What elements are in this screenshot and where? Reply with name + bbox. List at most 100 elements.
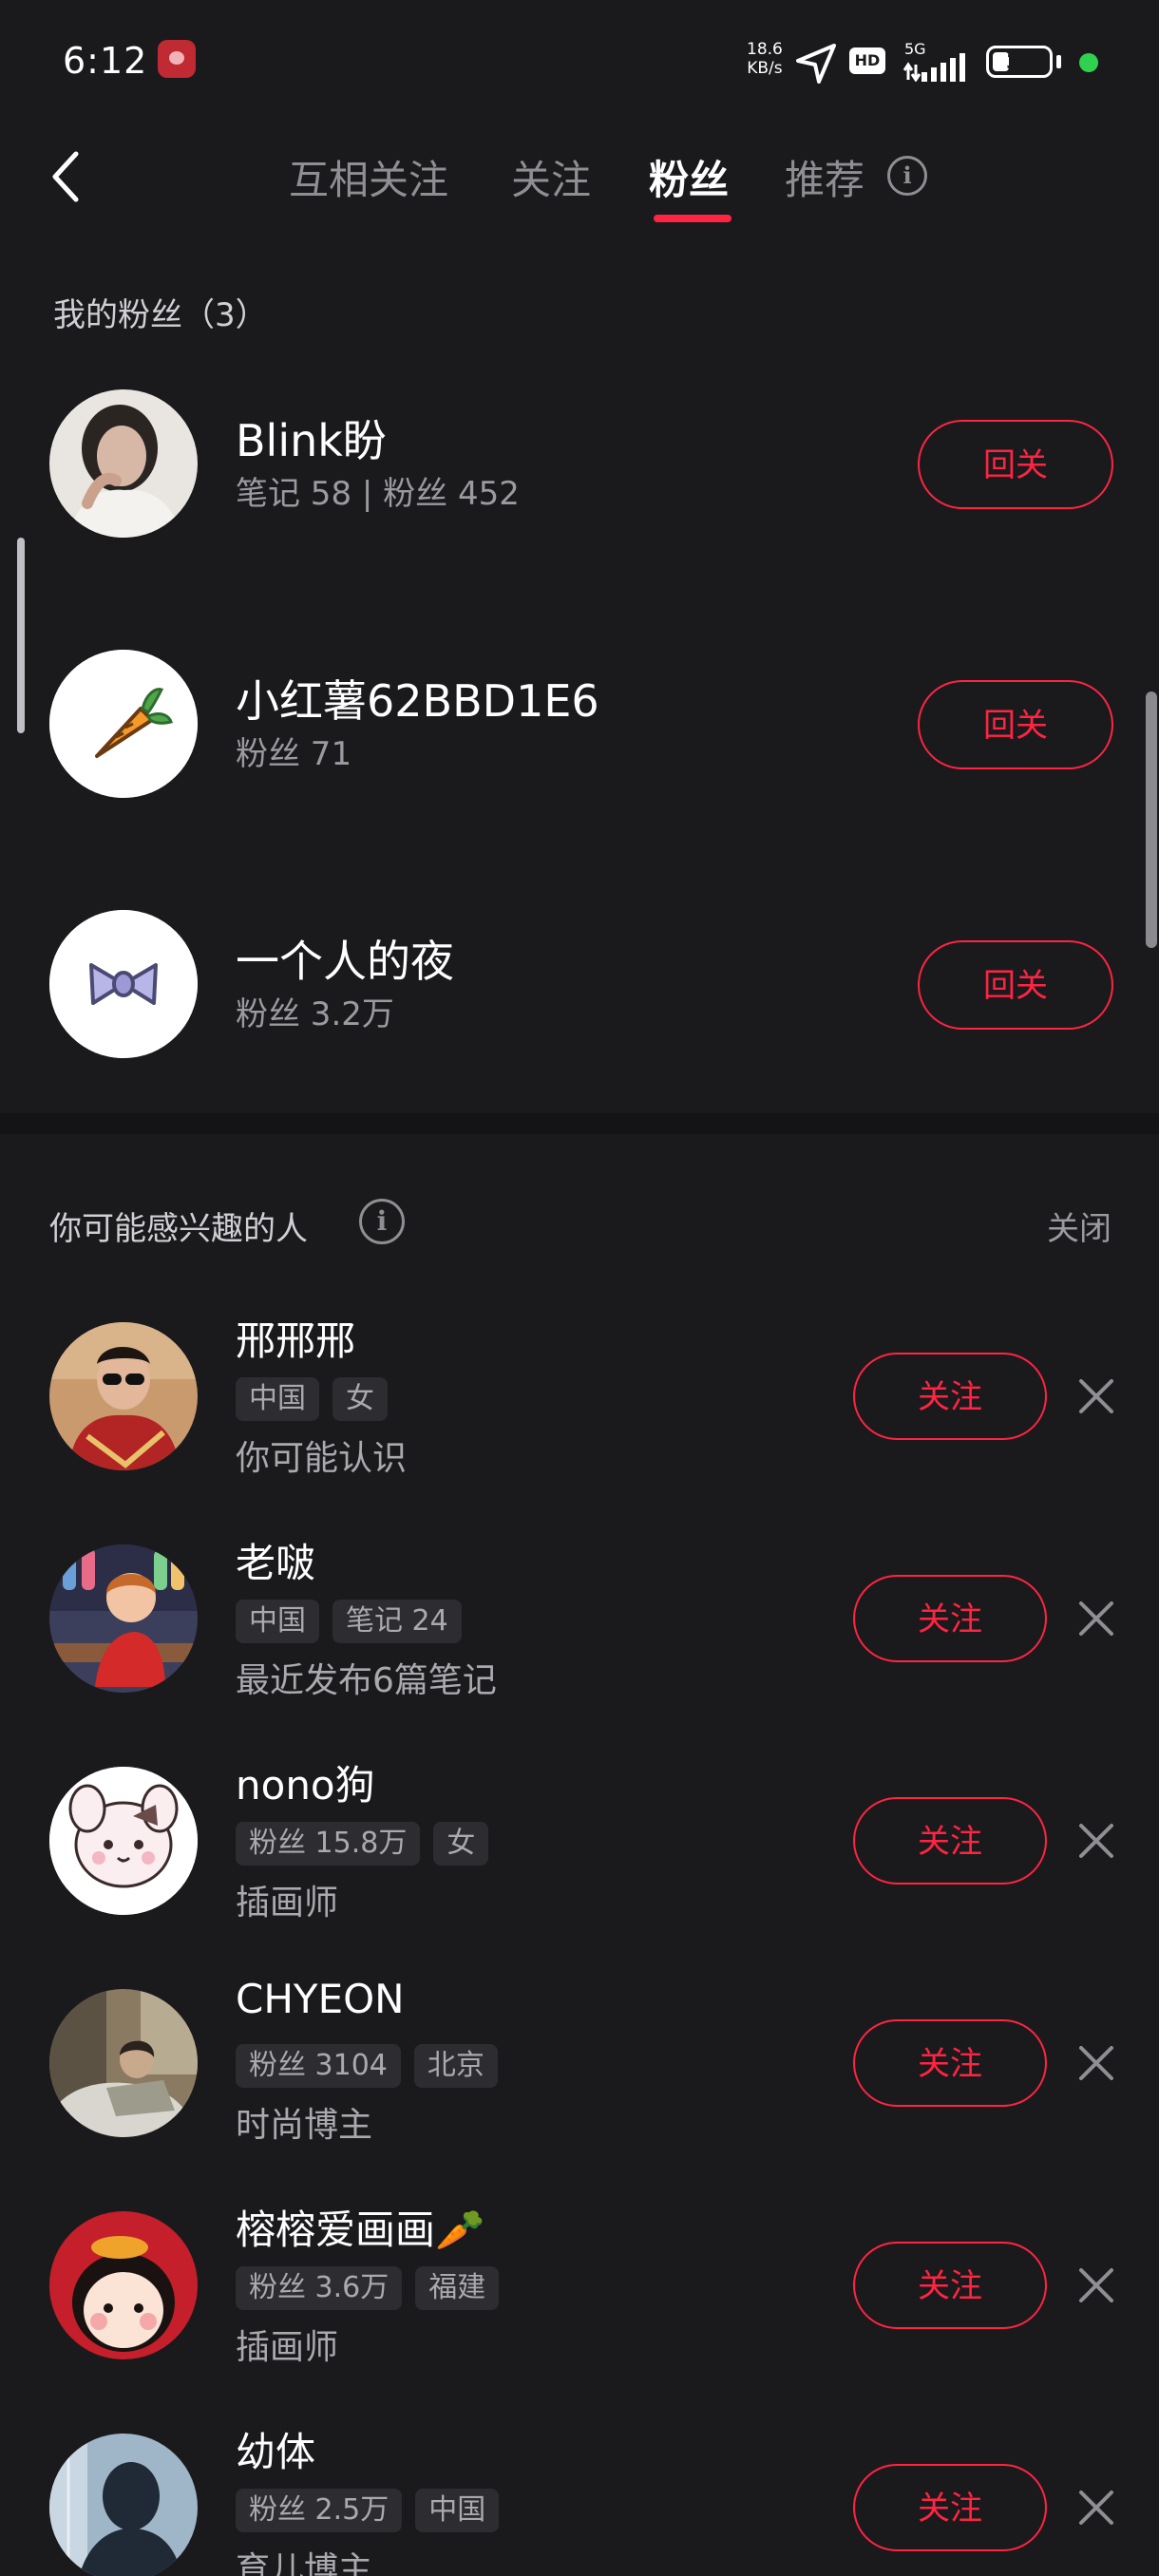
battery-icon: 31	[986, 46, 1053, 78]
avatar-illustration	[49, 1767, 198, 1915]
avatar[interactable]	[49, 910, 198, 1058]
status-bar: 6:12 18.6 KB/s HD 5G 31	[0, 0, 1159, 123]
tab-recommend[interactable]: 推荐	[785, 148, 864, 206]
follow-button[interactable]: 关注	[853, 2019, 1047, 2107]
user-tag: 中国	[415, 2489, 500, 2532]
top-nav: 互相关注 关注 粉丝 推荐 i	[0, 123, 1159, 228]
app-root: 6:12 18.6 KB/s HD 5G 31 互相关注 关注 粉丝 推荐 i …	[0, 0, 1159, 2576]
my-fans-title: 我的粉丝（3）	[53, 296, 268, 334]
suggestion-row[interactable]: 榕榕爱画画🥕 粉丝 3.6万 福建 插画师 关注	[0, 2190, 1159, 2409]
avatar-photo	[49, 1322, 198, 1470]
avatar-photo	[49, 389, 198, 538]
battery-tip	[1056, 55, 1061, 68]
user-tag: 中国	[236, 1600, 319, 1643]
avatar[interactable]	[49, 389, 198, 538]
user-tag: 女	[332, 1377, 388, 1421]
suggestion-row[interactable]: 幼体 粉丝 2.5万 中国 育儿博主 关注	[0, 2413, 1159, 2576]
fan-meta: 粉丝 3.2万	[236, 995, 394, 1033]
tab-mutual-follow[interactable]: 互相关注	[289, 148, 448, 206]
suggestions-info-icon[interactable]: i	[359, 1199, 405, 1244]
suggested-user-name[interactable]: CHYEON	[236, 1976, 405, 2022]
follow-button[interactable]: 关注	[853, 2464, 1047, 2551]
user-tag: 中国	[236, 1377, 319, 1421]
follow-back-button[interactable]: 回关	[918, 940, 1113, 1030]
follow-back-button[interactable]: 回关	[918, 420, 1113, 509]
suggestion-row[interactable]: nono狗 粉丝 15.8万女 插画师 关注	[0, 1746, 1159, 1964]
suggested-user-desc: 插画师	[236, 1884, 339, 1923]
fan-meta: 笔记 58 | 粉丝 452	[236, 475, 520, 513]
close-suggestions-button[interactable]: 关闭	[1047, 1203, 1112, 1249]
suggested-user-name[interactable]: 幼体	[236, 2420, 315, 2478]
suggestions-title: 你可能感兴趣的人	[49, 1210, 308, 1248]
suggested-user-tags: 粉丝 3.6万 福建	[236, 2266, 512, 2310]
follow-button[interactable]: 关注	[853, 1797, 1047, 1885]
avatar[interactable]	[49, 1767, 198, 1915]
user-tag: 笔记 24	[332, 1600, 462, 1643]
signal-strength-icon	[902, 53, 965, 82]
avatar[interactable]	[49, 1544, 198, 1693]
user-tag: 女	[433, 1822, 489, 1866]
user-tag: 粉丝 15.8万	[236, 1822, 421, 1866]
suggestion-row[interactable]: CHYEON 粉丝 3104 北京 时尚博主 关注	[0, 1968, 1159, 2187]
tab-fans[interactable]: 粉丝	[649, 148, 729, 206]
follow-button[interactable]: 关注	[853, 2242, 1047, 2329]
dismiss-x-icon[interactable]	[1072, 2483, 1121, 2532]
avatar[interactable]	[49, 1989, 198, 2137]
carrot-avatar-icon	[49, 650, 198, 798]
suggested-user-tags: 中国 笔记 24	[236, 1600, 475, 1643]
suggestion-row[interactable]: 老啵 中国 笔记 24 最近发布6篇笔记 关注	[0, 1524, 1159, 1742]
follow-back-button[interactable]: 回关	[918, 680, 1113, 769]
suggested-user-name[interactable]: 老啵	[236, 1531, 315, 1589]
fan-name[interactable]: 一个人的夜	[236, 927, 454, 990]
user-tag: 粉丝 2.5万	[236, 2489, 403, 2532]
user-tag: 粉丝 3.6万	[236, 2266, 403, 2310]
network-speed-unit: KB/s	[747, 59, 783, 78]
battery-percent: 31	[1006, 50, 1033, 73]
user-tag: 粉丝 3104	[236, 2044, 401, 2088]
active-tab-indicator	[654, 215, 732, 222]
bow-avatar-icon	[49, 910, 198, 1058]
suggested-user-tags: 粉丝 15.8万女	[236, 1822, 502, 1866]
avatar-illustration	[49, 2211, 198, 2359]
location-arrow-icon	[796, 44, 836, 84]
avatar[interactable]	[49, 650, 198, 798]
fan-row[interactable]: Blink盼 笔记 58 | 粉丝 452 回关	[0, 369, 1159, 559]
dismiss-x-icon[interactable]	[1072, 1372, 1121, 1421]
suggested-user-desc: 育儿博主	[236, 2550, 373, 2576]
fan-name[interactable]: Blink盼	[236, 407, 387, 469]
suggested-user-name[interactable]: 榕榕爱画画🥕	[236, 2198, 484, 2256]
fan-name[interactable]: 小红薯62BBD1E6	[236, 667, 599, 729]
suggested-user-desc: 插画师	[236, 2328, 339, 2367]
back-arrow-icon[interactable]	[44, 146, 91, 207]
avatar[interactable]	[49, 1322, 198, 1470]
avatar-photo	[49, 2434, 198, 2576]
section-divider	[0, 1113, 1159, 1134]
dismiss-x-icon[interactable]	[1072, 2261, 1121, 2310]
network-speed-value: 18.6	[747, 40, 783, 59]
avatar[interactable]	[49, 2211, 198, 2359]
hd-icon: HD	[849, 47, 885, 74]
suggestion-row[interactable]: 邢邢邢 中国女 你可能认识 关注	[0, 1301, 1159, 1520]
dismiss-x-icon[interactable]	[1072, 2038, 1121, 2088]
user-tag: 北京	[413, 2044, 498, 2088]
fan-row[interactable]: 一个人的夜 粉丝 3.2万 回关	[0, 889, 1159, 1079]
user-tag: 福建	[415, 2266, 500, 2310]
suggested-user-tags: 中国女	[236, 1377, 401, 1421]
app-notification-icon	[158, 40, 196, 78]
avatar-illustration	[49, 1544, 198, 1693]
network-speed: 18.6 KB/s	[747, 40, 783, 78]
dismiss-x-icon[interactable]	[1072, 1594, 1121, 1643]
avatar[interactable]	[49, 2434, 198, 2576]
suggested-user-name[interactable]: nono狗	[236, 1753, 375, 1811]
follow-button[interactable]: 关注	[853, 1575, 1047, 1662]
fan-row[interactable]: 小红薯62BBD1E6 粉丝 71 回关	[0, 629, 1159, 819]
suggested-user-tags: 粉丝 3104 北京	[236, 2044, 511, 2088]
tab-following[interactable]: 关注	[511, 148, 591, 206]
follow-button[interactable]: 关注	[853, 1353, 1047, 1440]
fan-meta: 粉丝 71	[236, 735, 352, 773]
suggested-user-name[interactable]: 邢邢邢	[236, 1309, 355, 1367]
dismiss-x-icon[interactable]	[1072, 1816, 1121, 1866]
suggested-user-tags: 粉丝 2.5万 中国	[236, 2489, 512, 2532]
suggested-user-desc: 最近发布6篇笔记	[236, 1661, 497, 1700]
recommend-info-icon[interactable]: i	[887, 156, 927, 196]
